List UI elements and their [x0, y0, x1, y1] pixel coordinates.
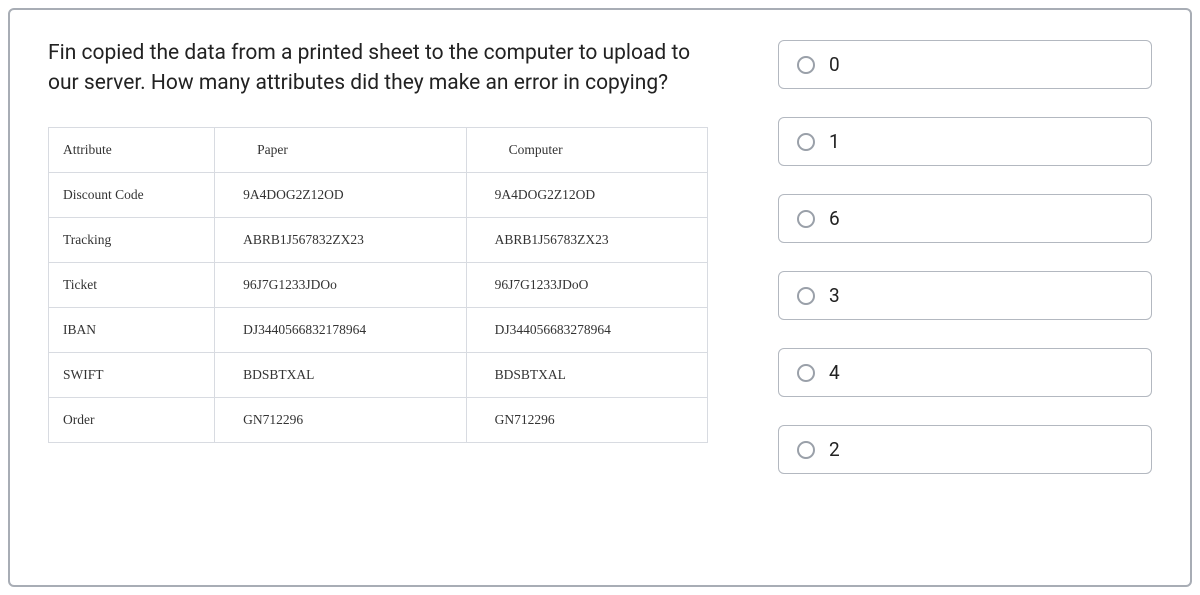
cell-computer: ABRB1J56783ZX23 [466, 217, 707, 262]
option-2[interactable]: 2 [778, 425, 1152, 474]
option-label: 3 [829, 284, 840, 307]
cell-attribute: Ticket [49, 262, 215, 307]
option-label: 4 [829, 361, 840, 384]
question-frame: Fin copied the data from a printed sheet… [8, 8, 1192, 587]
cell-attribute: Discount Code [49, 172, 215, 217]
table-row: IBAN DJ3440566832178964 DJ34405668327896… [49, 307, 708, 352]
cell-computer: 9A4DOG2Z12OD [466, 172, 707, 217]
option-label: 1 [829, 130, 840, 153]
cell-paper: 96J7G1233JDOo [215, 262, 467, 307]
cell-computer: GN712296 [466, 397, 707, 442]
question-text: Fin copied the data from a printed sheet… [48, 38, 708, 99]
radio-icon [797, 364, 815, 382]
option-label: 2 [829, 438, 840, 461]
table-row: Ticket 96J7G1233JDOo 96J7G1233JDoO [49, 262, 708, 307]
option-4[interactable]: 4 [778, 348, 1152, 397]
cell-paper: DJ3440566832178964 [215, 307, 467, 352]
cell-attribute: IBAN [49, 307, 215, 352]
option-label: 0 [829, 53, 840, 76]
cell-attribute: Order [49, 397, 215, 442]
radio-icon [797, 133, 815, 151]
data-table: Attribute Paper Computer Discount Code 9… [48, 127, 708, 443]
radio-icon [797, 287, 815, 305]
cell-computer: BDSBTXAL [466, 352, 707, 397]
cell-paper: 9A4DOG2Z12OD [215, 172, 467, 217]
options-column: 0 1 6 3 4 2 [778, 38, 1152, 565]
option-0[interactable]: 0 [778, 40, 1152, 89]
table-header-computer: Computer [466, 127, 707, 172]
table-row: SWIFT BDSBTXAL BDSBTXAL [49, 352, 708, 397]
radio-icon [797, 210, 815, 228]
radio-icon [797, 56, 815, 74]
left-column: Fin copied the data from a printed sheet… [48, 38, 708, 565]
table-header-paper: Paper [215, 127, 467, 172]
cell-computer: DJ344056683278964 [466, 307, 707, 352]
table-row: Order GN712296 GN712296 [49, 397, 708, 442]
radio-icon [797, 441, 815, 459]
cell-paper: GN712296 [215, 397, 467, 442]
option-1[interactable]: 1 [778, 117, 1152, 166]
table-header-row: Attribute Paper Computer [49, 127, 708, 172]
option-6[interactable]: 6 [778, 194, 1152, 243]
table-row: Tracking ABRB1J567832ZX23 ABRB1J56783ZX2… [49, 217, 708, 262]
cell-attribute: SWIFT [49, 352, 215, 397]
cell-attribute: Tracking [49, 217, 215, 262]
table-header-attribute: Attribute [49, 127, 215, 172]
table-row: Discount Code 9A4DOG2Z12OD 9A4DOG2Z12OD [49, 172, 708, 217]
cell-paper: BDSBTXAL [215, 352, 467, 397]
option-label: 6 [829, 207, 840, 230]
option-3[interactable]: 3 [778, 271, 1152, 320]
cell-computer: 96J7G1233JDoO [466, 262, 707, 307]
cell-paper: ABRB1J567832ZX23 [215, 217, 467, 262]
